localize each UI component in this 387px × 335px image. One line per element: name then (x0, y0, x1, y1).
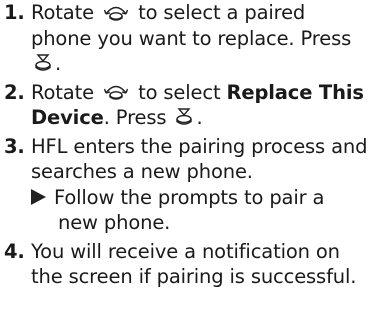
step-text: HFL enters the pairing process and (31, 134, 368, 158)
step-text: . (55, 52, 62, 75)
step-number: 4. (4, 239, 25, 263)
step-number: 2. (4, 80, 25, 104)
step-text: phone you want to replace. Press (31, 26, 352, 50)
knob-rotate-icon (103, 3, 129, 21)
step-text: to select (138, 80, 221, 104)
step-3: 3. HFL enters the pairing process and sea… (4, 134, 384, 236)
instruction-steps: 1. Rotate to select a paired phone you wa… (4, 0, 384, 290)
step-text: to select a paired (138, 1, 306, 24)
triangle-right-icon (31, 188, 46, 205)
step-text: You will receive a notification on (31, 239, 340, 263)
menu-option-label: Replace This (226, 80, 364, 104)
step-text: the screen if pairing is successful. (31, 265, 357, 288)
step-text: . Press (103, 106, 167, 129)
step-1: 1. Rotate to select a paired phone you wa… (4, 0, 384, 77)
knob-press-icon (174, 107, 194, 127)
knob-rotate-icon (103, 82, 129, 100)
menu-option-label: Device (31, 106, 104, 129)
step-number: 3. (4, 134, 25, 158)
step-text: searches a new phone. (31, 160, 253, 183)
step-text: Rotate (31, 80, 94, 104)
sub-step-text: Follow the prompts to pair a (54, 185, 325, 209)
step-text: . (196, 106, 203, 129)
step-text: Rotate (31, 1, 94, 24)
knob-press-icon (33, 53, 53, 73)
step-number: 1. (4, 1, 25, 24)
sub-step-text: new phone. (58, 211, 171, 234)
step-2: 2. Rotate to select Replace This Device. … (4, 80, 384, 131)
step-4: 4. You will receive a notification on the… (4, 239, 384, 290)
